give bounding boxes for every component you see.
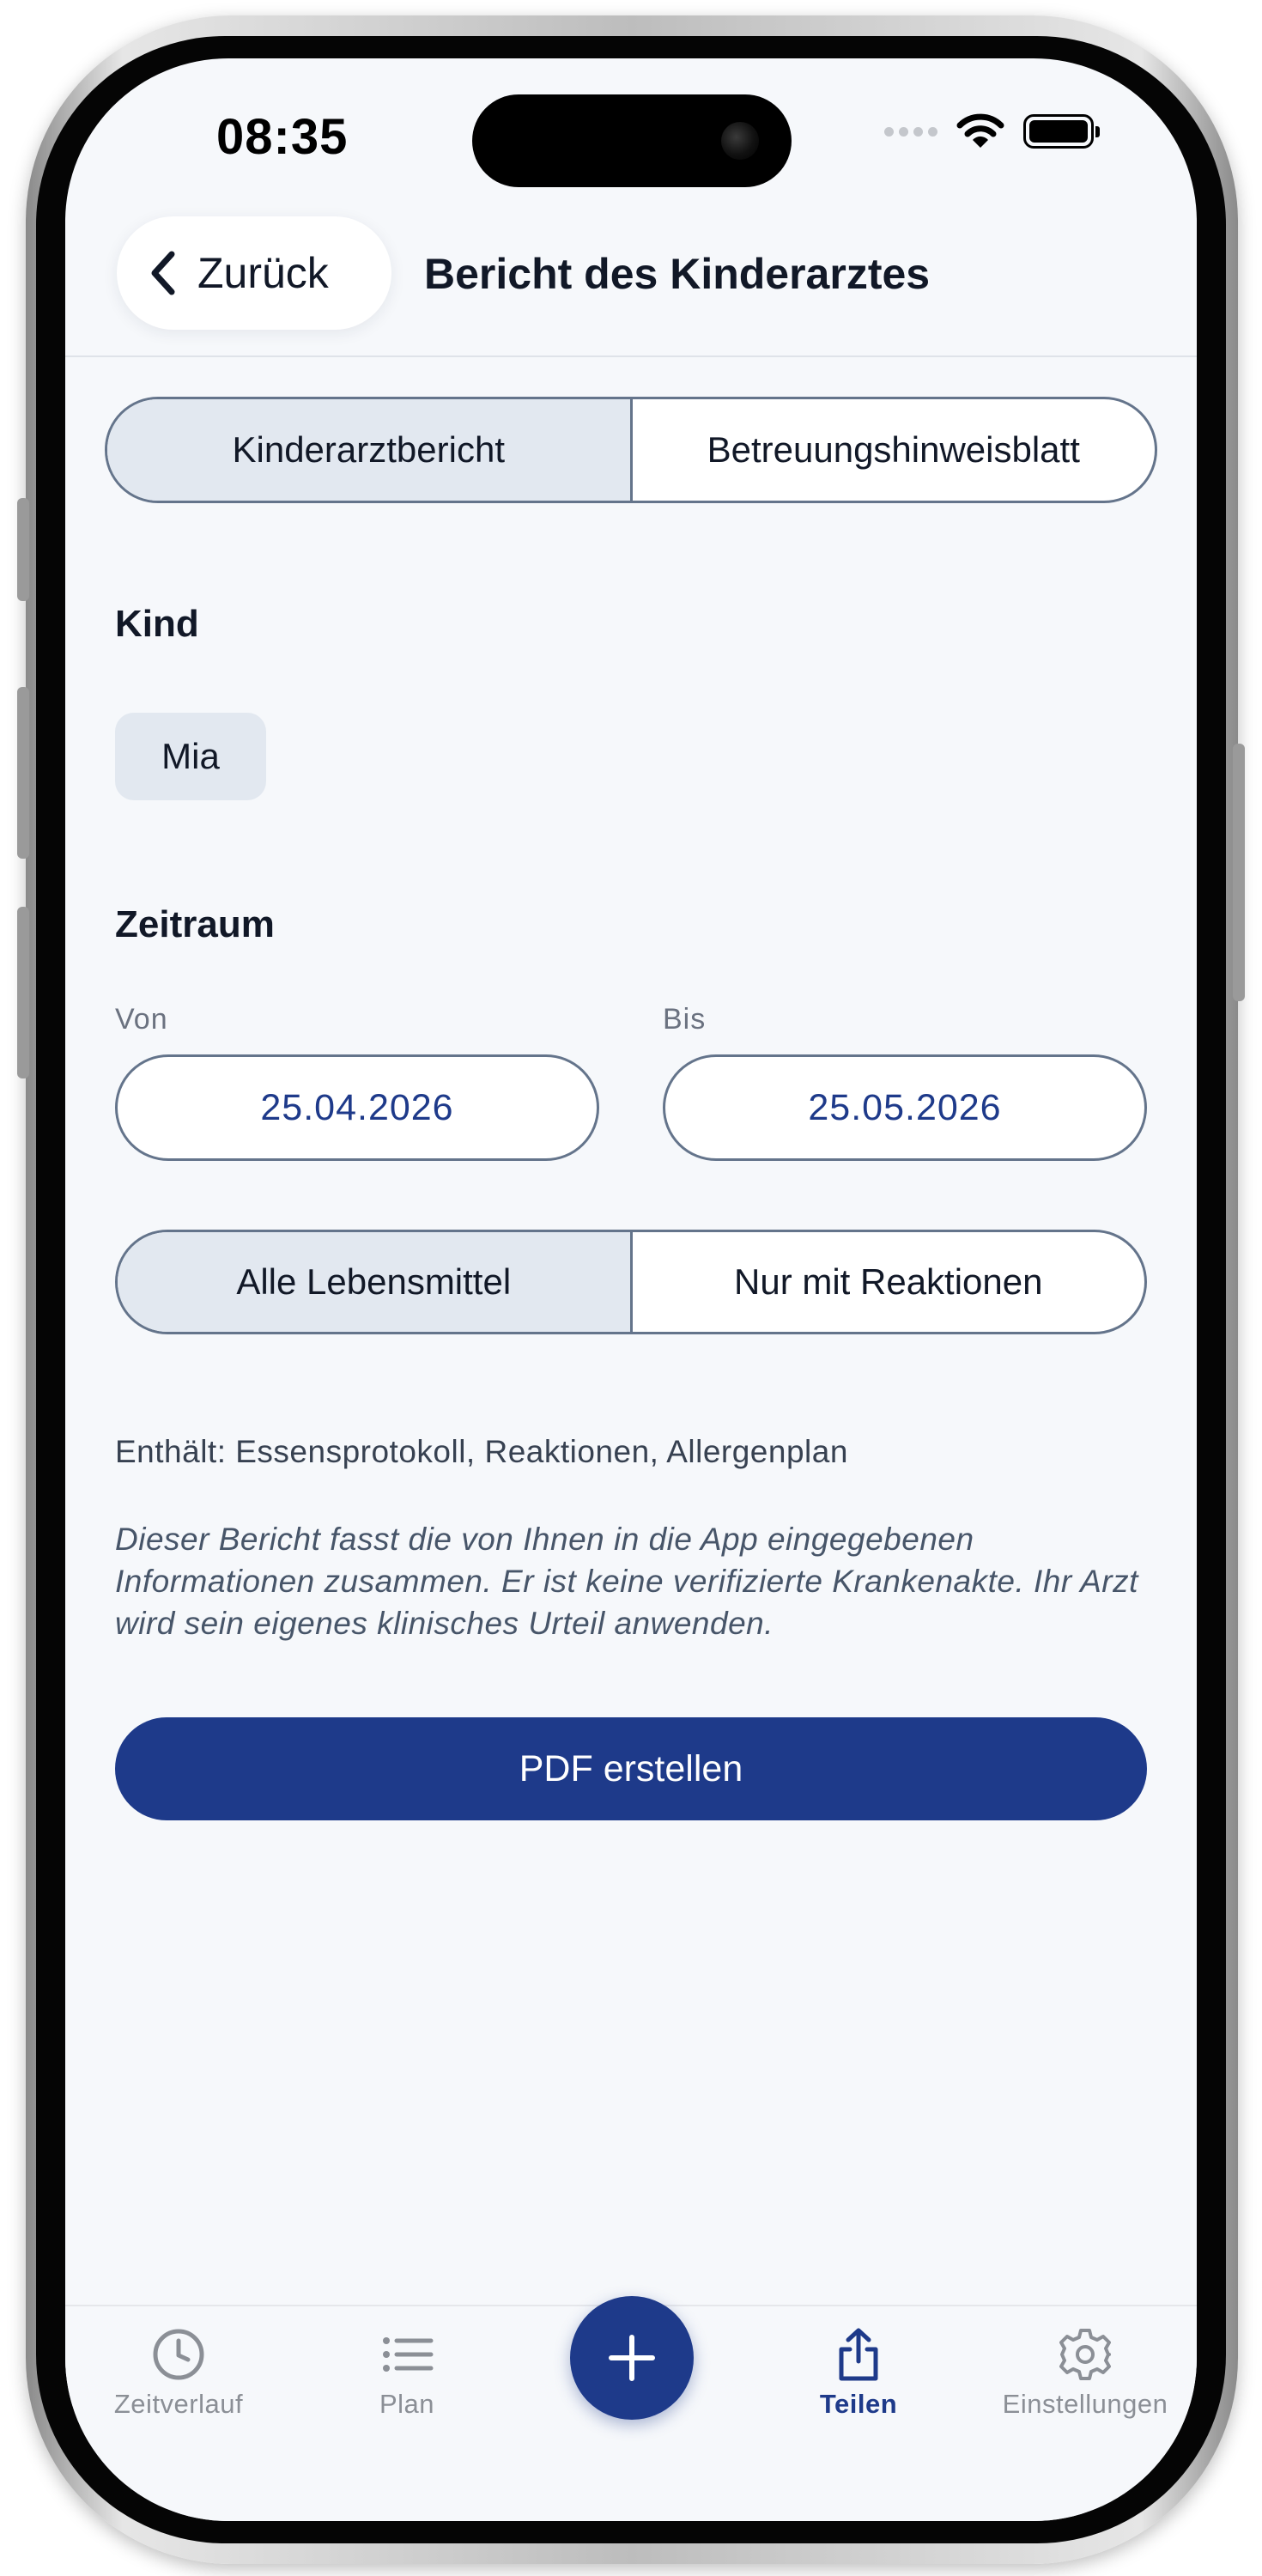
header-divider: [65, 355, 1197, 357]
from-date-field[interactable]: 25.04.2026: [115, 1054, 599, 1161]
camera-icon: [721, 122, 759, 160]
tab-einstellungen[interactable]: Einstellungen: [974, 2327, 1197, 2420]
chevron-left-icon: [151, 251, 175, 295]
from-label: Von: [115, 1003, 168, 1036]
to-label: Bis: [663, 1003, 707, 1036]
volume-down-button: [17, 907, 29, 1078]
disclaimer-text: Dieser Bericht fasst die von Ihnen in di…: [115, 1522, 1138, 1641]
report-contents-text: Enthält: Essensprotokoll, Reaktionen, Al…: [115, 1434, 848, 1469]
food-filter-segmented-control: Alle Lebensmittel Nur mit Reaktionen: [115, 1230, 1147, 1334]
gear-icon: [1059, 2329, 1111, 2380]
tab-plan[interactable]: Plan: [295, 2327, 519, 2420]
page-title: Bericht des Kinderarztes: [424, 250, 931, 298]
child-section-title: Kind: [115, 603, 199, 645]
segment-kinderarztbericht[interactable]: Kinderarztbericht: [107, 399, 630, 501]
volume-up-button: [17, 687, 29, 859]
tab-label: Teilen: [819, 2389, 898, 2419]
back-button[interactable]: Zurück: [117, 216, 391, 330]
tab-label: Zeitverlauf: [113, 2389, 244, 2419]
period-section-title: Zeitraum: [115, 903, 275, 945]
segment-reactions-only[interactable]: Nur mit Reaktionen: [633, 1232, 1145, 1332]
wifi-icon: [956, 113, 1004, 148]
battery-icon: [1023, 114, 1100, 149]
tab-teilen[interactable]: Teilen: [747, 2327, 970, 2420]
segment-betreuungshinweisblatt[interactable]: Betreuungshinweisblatt: [633, 399, 1156, 501]
screen: 08:35 Zurück Bericht des Kinderarztes Ki…: [65, 58, 1197, 2521]
tab-zeitverlauf[interactable]: Zeitverlauf: [67, 2327, 290, 2420]
power-button: [1233, 744, 1245, 1001]
clock-icon: [153, 2329, 204, 2380]
create-pdf-button[interactable]: PDF erstellen: [115, 1717, 1147, 1820]
plus-icon: [609, 2335, 655, 2381]
tab-label: Einstellungen: [1002, 2389, 1168, 2419]
add-entry-button[interactable]: [570, 2296, 694, 2420]
status-icons: [884, 113, 1100, 149]
to-date-field[interactable]: 25.05.2026: [663, 1054, 1147, 1161]
share-icon: [839, 2328, 878, 2381]
report-type-segmented-control: Kinderarztbericht Betreuungshinweisblatt: [105, 397, 1157, 503]
segment-all-foods[interactable]: Alle Lebensmittel: [118, 1232, 630, 1332]
status-time: 08:35: [216, 109, 349, 165]
child-chip-mia[interactable]: Mia: [115, 713, 266, 800]
dynamic-island: [472, 94, 792, 187]
back-button-label: Zurück: [197, 249, 329, 297]
list-icon: [383, 2337, 434, 2372]
action-button: [17, 498, 29, 601]
tab-label: Plan: [379, 2389, 435, 2419]
cellular-signal-icon: [884, 126, 937, 137]
